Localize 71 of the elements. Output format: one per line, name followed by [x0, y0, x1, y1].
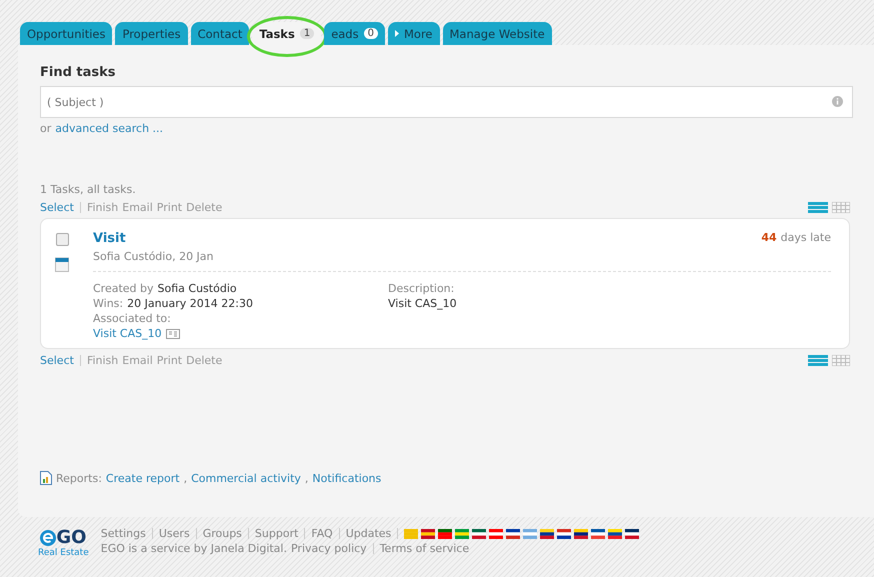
logo-subtitle: Real Estate	[38, 548, 89, 558]
footer-link[interactable]: Privacy policy	[290, 542, 367, 555]
flag-icon[interactable]	[625, 528, 640, 538]
flag-icon[interactable]	[557, 528, 572, 538]
list-view-icon[interactable]	[808, 354, 828, 366]
late-count: 44	[761, 231, 777, 244]
advanced-search-link[interactable]: advanced search ...	[55, 122, 164, 135]
task-subtitle: Sofia Custódio, 20 Jan	[93, 250, 215, 263]
nav-tab[interactable]: Tasks 1	[252, 22, 322, 45]
report-link[interactable]: Commercial activity	[191, 472, 301, 484]
action-link[interactable]: Email	[122, 200, 153, 214]
or-text: or	[40, 122, 52, 135]
checkbox[interactable]	[56, 233, 68, 246]
reports-label: Reports:	[56, 472, 102, 484]
task-title[interactable]: Visit	[93, 231, 126, 246]
action-link[interactable]: Finish	[86, 200, 118, 214]
field-label: Wins:	[93, 297, 124, 310]
footer-link[interactable]: FAQ	[311, 527, 333, 540]
report-link[interactable]: Notifications	[312, 472, 382, 484]
count-badge: 1	[300, 28, 314, 39]
footer-link[interactable]: Updates	[346, 527, 392, 540]
action-link[interactable]: Finish	[86, 354, 118, 366]
field-value: Sofia Custódio	[158, 282, 237, 295]
info-icon	[832, 96, 843, 107]
footer-link[interactable]: Support	[254, 527, 298, 540]
flag-icon[interactable]	[472, 528, 486, 538]
separator-text: ,	[304, 472, 308, 484]
flag-icon[interactable]	[608, 528, 622, 538]
flag-icon[interactable]	[438, 528, 452, 538]
field-label: Description:	[388, 282, 456, 295]
results-summary: 1 Tasks, all tasks.	[40, 183, 137, 196]
footer-link[interactable]: Users	[158, 527, 190, 540]
select-link[interactable]: Select	[40, 354, 74, 366]
caret-icon	[394, 30, 399, 37]
calendar-icon	[55, 256, 69, 272]
action-link[interactable]: Delete	[186, 200, 222, 214]
logo-mark-icon	[40, 530, 56, 546]
nav-tab[interactable]: Manage Website	[442, 22, 552, 45]
action-link[interactable]: Print	[156, 200, 182, 214]
field-value: Visit CAS_10	[388, 297, 458, 310]
report-icon	[40, 471, 52, 485]
footer-link[interactable]: Terms of service	[380, 542, 470, 555]
nav-tab[interactable]: Properties	[115, 22, 188, 45]
footer-link[interactable]: Settings	[100, 527, 146, 540]
field-label: Created by	[93, 282, 154, 295]
select-link[interactable]: Select	[40, 200, 74, 214]
flag-icon[interactable]	[506, 528, 520, 538]
associated-link[interactable]: Visit CAS_10	[93, 327, 162, 340]
search-field[interactable]: ( Subject )	[40, 86, 853, 118]
separator-text: ,	[184, 472, 188, 484]
action-link[interactable]: Print	[156, 354, 182, 366]
flag-icon[interactable]	[574, 528, 588, 538]
action-link[interactable]: Email	[122, 354, 153, 366]
nav-tab[interactable]: eads 0	[324, 22, 385, 45]
count-badge: 0	[364, 28, 378, 39]
logo: GO	[40, 527, 86, 548]
nav-tab[interactable]: Contact	[190, 22, 250, 45]
late-text: days late	[780, 231, 831, 244]
flag-icon[interactable]	[591, 528, 606, 538]
report-link[interactable]: Create report	[106, 472, 180, 484]
section-heading: Find tasks	[40, 65, 117, 80]
credit-text: EGO is a service by Janela Digital.	[100, 542, 287, 555]
flag-icon[interactable]	[540, 528, 554, 538]
footer-link[interactable]: Groups	[202, 527, 242, 540]
action-link[interactable]: Delete	[186, 354, 222, 366]
card-icon	[166, 328, 180, 338]
list-view-icon[interactable]	[808, 202, 828, 212]
field-label: Associated to:	[93, 312, 172, 325]
nav-tab[interactable]: More	[388, 22, 440, 45]
nav-tab[interactable]: Opportunities	[20, 22, 112, 45]
field-value: 20 January 2014 22:30	[127, 297, 253, 310]
